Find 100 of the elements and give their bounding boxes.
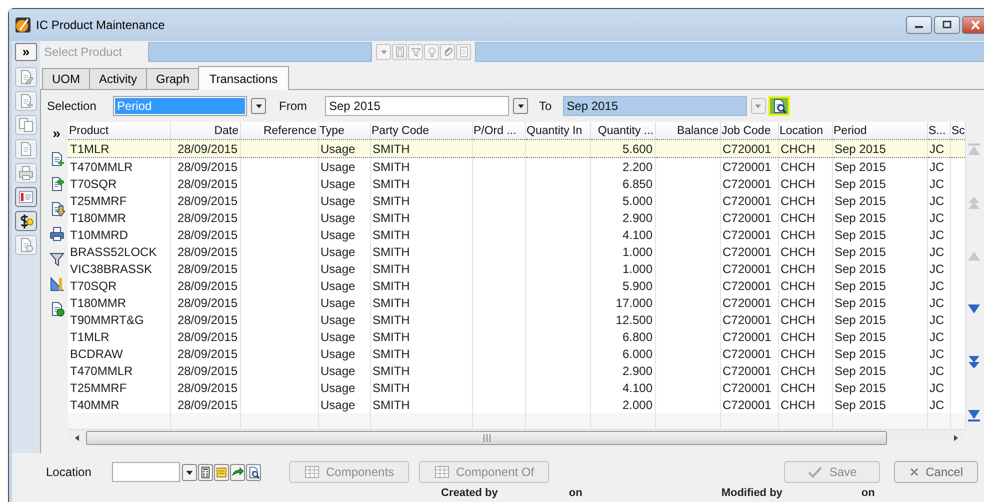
table-cell: CHCH <box>780 160 816 174</box>
check-icon <box>807 464 824 480</box>
table-row[interactable]: T1MLR 28/09/2015 Usage SMITH 6.800 C720001 CHCH Sep 2015 JC <box>68 328 965 345</box>
table-cell: JC <box>930 346 944 360</box>
tab[interactable]: UOM <box>42 68 90 89</box>
column-header[interactable]: S... <box>927 122 950 140</box>
table-cell: JC <box>930 228 944 242</box>
table-row[interactable]: T70SQR 28/09/2015 Usage SMITH 6.850 C720001 CHCH Sep 2015 JC <box>68 175 965 192</box>
tab[interactable]: Transactions <box>198 66 289 90</box>
table-cell: SMITH <box>372 312 410 326</box>
table-cell: 28/09/2015 <box>177 228 238 242</box>
table-cell: 5.600 <box>622 142 652 156</box>
table-cell: 28/09/2015 <box>177 398 238 412</box>
scroll-thumb[interactable] <box>86 431 887 445</box>
table-cell: 28/09/2015 <box>177 278 238 292</box>
grid-tool-button[interactable] <box>48 224 66 244</box>
column-header[interactable]: Type <box>318 122 370 140</box>
table-cell: SMITH <box>372 364 410 378</box>
printer-icon <box>18 165 34 181</box>
table-cell: 28/09/2015 <box>177 380 238 394</box>
table-cell: T1MLR <box>70 330 110 344</box>
arrow-icon <box>231 466 244 478</box>
table-cell: Usage <box>320 176 356 190</box>
location-field[interactable] <box>112 462 180 482</box>
column-header[interactable]: Period <box>832 122 927 140</box>
product-field[interactable] <box>148 42 372 62</box>
expand-button[interactable]: » <box>15 43 37 61</box>
table-cell: Usage <box>320 228 356 242</box>
column-header[interactable]: Party Code <box>370 122 472 140</box>
table-cell: 2.900 <box>622 210 652 224</box>
column-header[interactable]: Job Code <box>720 122 778 140</box>
table-cell: SMITH <box>372 228 410 242</box>
close-button[interactable] <box>962 16 984 34</box>
table-cell: JC <box>930 160 944 174</box>
table-row[interactable]: VIC38BRASSK 28/09/2015 Usage SMITH 1.000 C720001 CHCH Sep 2015 JC <box>68 260 965 277</box>
search-button[interactable] <box>768 96 790 116</box>
table-row[interactable]: BCDRAW 28/09/2015 Usage SMITH 6.000 C720001 CHCH Sep 2015 JC <box>68 345 965 362</box>
table-cell: JC <box>930 312 944 326</box>
tab[interactable]: Activity <box>89 68 148 89</box>
column-header[interactable]: Balance <box>655 122 720 140</box>
table-row[interactable]: T90MMRT&G 28/09/2015 Usage SMITH 12.500 C720001 CHCH Sep 2015 JC <box>68 311 965 328</box>
table-row[interactable]: T1MLR 28/09/2015 Usage SMITH 5.600 C720001 CHCH Sep 2015 JC <box>68 140 965 158</box>
table-cell: Usage <box>320 364 356 378</box>
table-row[interactable]: T25MMRF 28/09/2015 Usage SMITH 4.100 C720001 CHCH Sep 2015 JC <box>68 379 965 396</box>
toolbar-button[interactable] <box>15 211 37 231</box>
table-row[interactable]: T25MMRF 28/09/2015 Usage SMITH 5.000 C720001 CHCH Sep 2015 JC <box>68 192 965 209</box>
table-cell: Sep 2015 <box>834 142 886 156</box>
product-description-field[interactable] <box>475 42 984 62</box>
document-icon <box>18 141 34 157</box>
column-header[interactable]: Date <box>170 122 240 140</box>
select-product-label: Select Product <box>44 45 124 59</box>
column-header[interactable]: Quantity ... <box>590 122 655 140</box>
table-cell: 28/09/2015 <box>177 244 238 258</box>
dropdown-button[interactable] <box>251 98 266 114</box>
table-cell: JC <box>930 330 944 344</box>
window-title: IC Product Maintenance <box>36 18 165 32</box>
table-cell: Sep 2015 <box>834 160 886 174</box>
table-cell: C720001 <box>722 210 772 224</box>
record-nav-button[interactable] <box>966 407 982 423</box>
from-field[interactable]: Sep 2015 <box>325 96 509 116</box>
dropdown-button[interactable] <box>513 98 528 114</box>
cancel-button[interactable]: Cancel <box>894 461 978 483</box>
table-cell: Sep 2015 <box>834 244 886 258</box>
table-cell: CHCH <box>780 296 816 310</box>
column-header[interactable]: Product <box>68 122 170 140</box>
table-cell: JC <box>930 262 944 276</box>
column-header[interactable]: Reference <box>240 122 318 140</box>
table-cell: CHCH <box>780 278 816 292</box>
table-cell: C720001 <box>722 278 772 292</box>
table-cell: CHCH <box>780 244 816 258</box>
table-row[interactable]: T180MMR 28/09/2015 Usage SMITH 17.000 C720001 CHCH Sep 2015 JC <box>68 294 965 311</box>
column-header[interactable]: Location <box>778 122 832 140</box>
table-row[interactable]: T70SQR 28/09/2015 Usage SMITH 5.900 C720001 CHCH Sep 2015 JC <box>68 277 965 294</box>
table-cell: C720001 <box>722 380 772 394</box>
tool-button[interactable] <box>198 464 213 480</box>
table-cell: CHCH <box>780 142 816 156</box>
minimize-button[interactable] <box>906 16 932 34</box>
table-cell: CHCH <box>780 346 816 360</box>
expand-columns-button[interactable]: » <box>52 126 60 140</box>
tool-button[interactable] <box>182 464 197 480</box>
filter-icon <box>48 251 64 267</box>
table-cell: 28/09/2015 <box>177 210 238 224</box>
record-nav-button[interactable] <box>966 354 982 370</box>
table-cell: CHCH <box>780 194 816 208</box>
column-header[interactable]: Quantity In <box>525 122 590 140</box>
table-row[interactable]: T470MMLR 28/09/2015 Usage SMITH 2.900 C720001 CHCH Sep 2015 JC <box>68 362 965 379</box>
maximize-button[interactable] <box>934 16 960 34</box>
table-row[interactable]: T10MMRD 28/09/2015 Usage SMITH 4.100 C720001 CHCH Sep 2015 JC <box>68 226 965 243</box>
table-row[interactable]: T470MMLR 28/09/2015 Usage SMITH 2.200 C720001 CHCH Sep 2015 JC <box>68 158 965 175</box>
table-cell: JC <box>930 210 944 224</box>
tool-button[interactable] <box>230 464 245 480</box>
table-cell: 28/09/2015 <box>177 364 238 378</box>
tool-button[interactable] <box>246 464 261 480</box>
column-header[interactable]: P/Ord ... <box>472 122 525 140</box>
page-up-icon <box>966 195 982 211</box>
tab[interactable]: Graph <box>146 68 200 89</box>
table-cell: 28/09/2015 <box>177 176 238 190</box>
table-row[interactable]: BRASS52LOCK 28/09/2015 Usage SMITH 1.000 C720001 CHCH Sep 2015 JC <box>68 243 965 260</box>
grid-tool-button[interactable] <box>48 274 66 294</box>
table-row[interactable]: T180MMR 28/09/2015 Usage SMITH 2.900 C720001 CHCH Sep 2015 JC <box>68 209 965 226</box>
